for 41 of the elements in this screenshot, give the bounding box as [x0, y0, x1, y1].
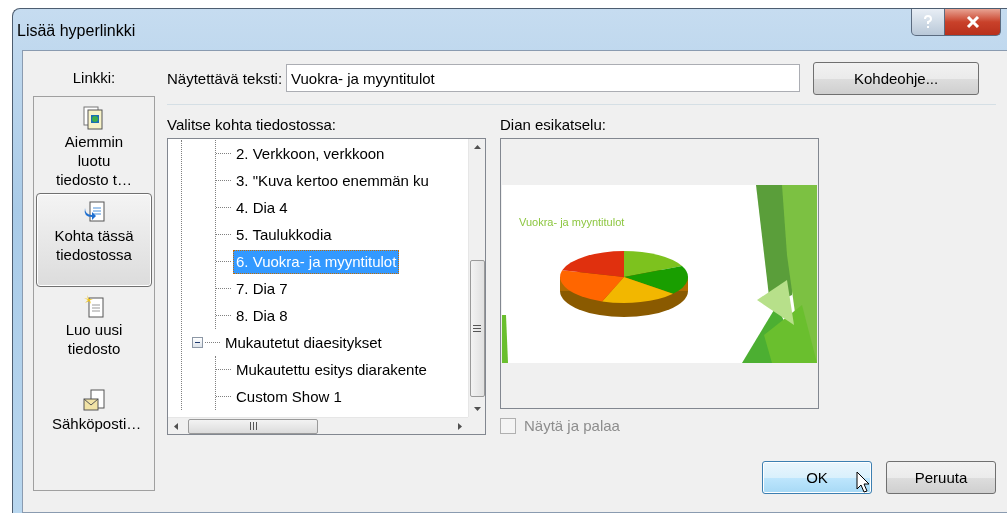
scroll-thumb[interactable] [188, 418, 318, 434]
link-type-item[interactable]: Luo uusi tiedosto [36, 287, 152, 381]
display-text-label: Näytettävä teksti: [167, 69, 283, 87]
scroll-thumb[interactable] [469, 260, 485, 397]
horizontal-scrollbar[interactable] [168, 417, 468, 434]
slide-preview-label: Dian esikatselu: [500, 116, 607, 135]
new-document-icon [82, 294, 106, 318]
tree-item[interactable]: Mukautetut diaesitykset [222, 330, 385, 355]
file-icon [82, 106, 106, 130]
close-button[interactable] [945, 9, 1001, 36]
slide-title: Vuokra- ja myyntitulot [519, 215, 625, 228]
tree-item[interactable]: Mukautettu esitys diarakente [233, 357, 430, 382]
tree-item[interactable]: 8. Dia 8 [233, 303, 291, 328]
cancel-button[interactable]: Peruuta [886, 461, 996, 494]
checkbox-label: Näytä ja palaa [524, 417, 620, 434]
envelope-icon [82, 388, 106, 412]
help-icon [923, 15, 933, 29]
tree-item[interactable]: 5. Taulukkodia [233, 222, 335, 247]
tree-item[interactable]: 4. Dia 4 [233, 195, 291, 220]
link-type-item[interactable]: Kohta tässä tiedostossa [36, 193, 152, 287]
collapse-toggle[interactable] [192, 337, 203, 348]
close-icon [965, 16, 980, 28]
link-to-label: Linkki: [72, 69, 116, 86]
link-type-item[interactable]: Aiemmin luotu tiedosto t… [36, 99, 152, 193]
tree-item[interactable]: 3. "Kuva kertoo enemmän ku [233, 168, 432, 193]
place-in-document-label: Valitse kohta tiedostossa: [167, 116, 337, 135]
tree-item[interactable]: 2. Verkkoon, verkkoon [233, 141, 388, 166]
edge-stripe-drawing [502, 314, 508, 363]
document-arrow-icon [82, 200, 106, 224]
window-title: Lisää hyperlinkki [17, 22, 136, 40]
link-type-item[interactable]: Sähköposti… [36, 381, 152, 475]
ok-button[interactable]: OK [762, 461, 872, 494]
vertical-scrollbar[interactable] [468, 139, 485, 417]
mouse-pointer-icon [856, 471, 871, 494]
display-text-field[interactable]: Vuokra- ja myyntitulot [286, 64, 801, 92]
help-button[interactable] [911, 9, 945, 36]
tree-item[interactable]: Custom Show 1 [233, 384, 345, 409]
grip-icon [249, 422, 257, 430]
grip-icon [473, 325, 481, 332]
screentip-button[interactable]: Kohdeohje... [813, 61, 980, 95]
tree-item[interactable]: 7. Dia 7 [233, 276, 291, 301]
